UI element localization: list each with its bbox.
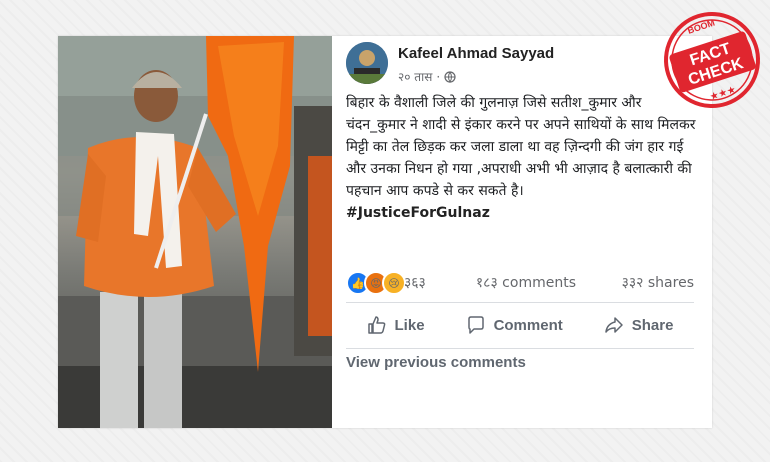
share-label: Share <box>631 316 674 334</box>
post-header: Kafeel Ahmad Sayyad २० तास · <box>346 42 696 86</box>
divider-top <box>346 302 694 303</box>
facebook-post: Kafeel Ahmad Sayyad २० तास · बिहार के वै… <box>344 36 704 428</box>
post-text: बिहार के वैशाली जिले की गुलनाज़ जिसे सती… <box>346 92 698 224</box>
globe-icon <box>444 70 456 83</box>
comments-count[interactable]: १८३ comments <box>476 273 576 292</box>
like-button[interactable]: Like <box>367 315 425 335</box>
share-arrow-icon <box>605 317 623 333</box>
fact-check-stamp: BOOM FACT CHECK ★★★ <box>660 8 764 112</box>
hashtag-link[interactable]: #JusticeForGulnaz <box>346 202 698 224</box>
post-stats: 👍 😡 😢 ३६३ १८३ comments ३३२ shares <box>346 270 694 295</box>
share-button[interactable]: Share <box>604 315 674 335</box>
author-avatar[interactable] <box>346 42 388 84</box>
author-name[interactable]: Kafeel Ahmad Sayyad <box>398 45 554 62</box>
like-label: Like <box>394 316 425 334</box>
post-time[interactable]: २० तास <box>398 68 432 85</box>
post-actions: Like Comment Share <box>346 308 694 342</box>
comment-button[interactable]: Comment <box>466 315 563 335</box>
divider-bottom <box>346 348 694 349</box>
reaction-count[interactable]: ३६३ <box>404 273 426 292</box>
reaction-icons[interactable]: 👍 😡 😢 <box>346 271 406 295</box>
comment-label: Comment <box>493 316 563 334</box>
post-body: बिहार के वैशाली जिले की गुलनाज़ जिसे सती… <box>346 95 696 199</box>
thumbs-up-icon <box>367 316 385 334</box>
sad-reaction-icon: 😢 <box>382 271 406 295</box>
post-meta: २० तास · <box>398 68 456 85</box>
speech-bubble-icon <box>467 316 484 334</box>
photo <box>58 36 332 428</box>
collage-card: Kafeel Ahmad Sayyad २० तास · बिहार के वै… <box>58 36 712 428</box>
view-previous-comments[interactable]: View previous comments <box>346 354 526 371</box>
shares-count[interactable]: ३३२ shares <box>622 273 694 292</box>
